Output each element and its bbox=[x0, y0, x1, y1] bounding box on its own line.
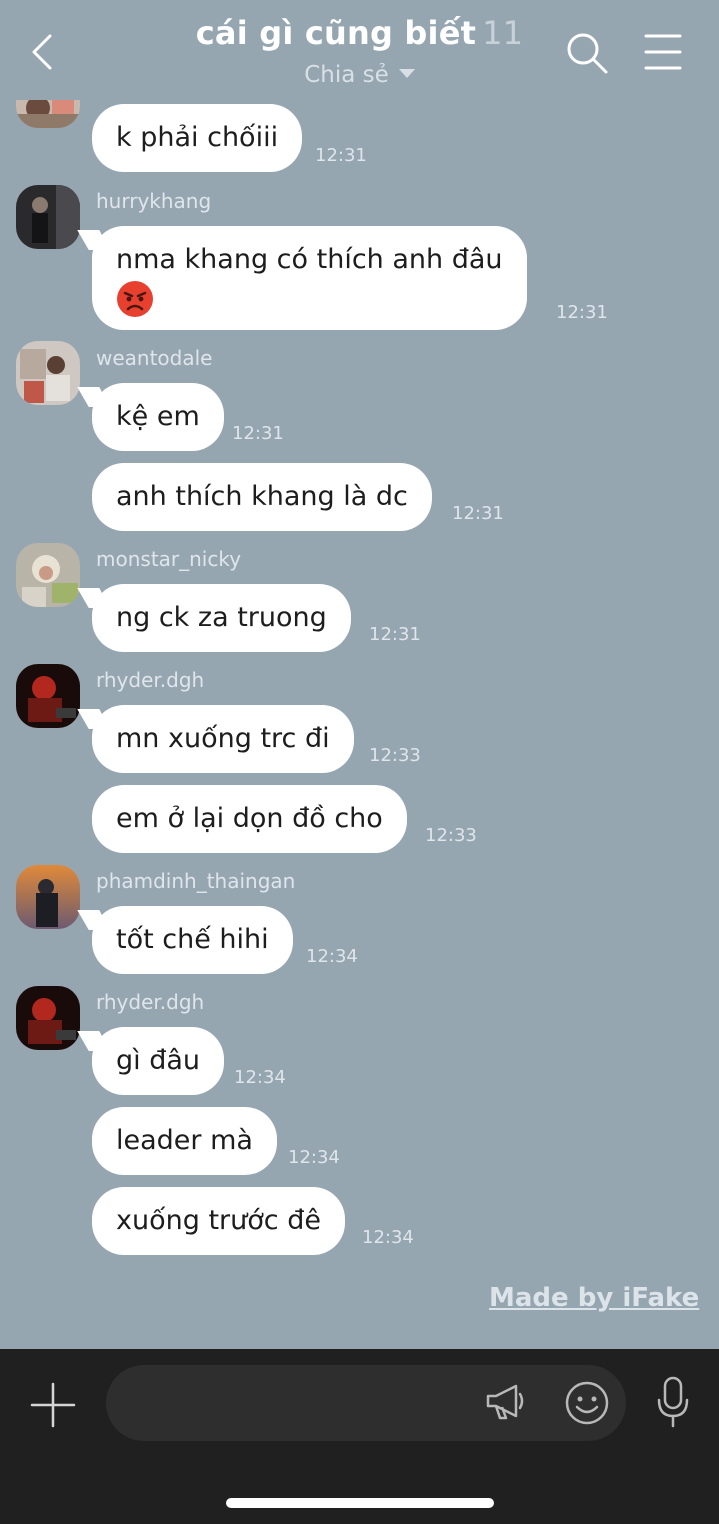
message-bubble[interactable]: gì đâu bbox=[92, 1027, 225, 1095]
home-indicator[interactable] bbox=[226, 1498, 494, 1508]
share-label: Chia sẻ bbox=[304, 62, 389, 88]
message-text: k phải chốiii bbox=[116, 122, 279, 153]
message-bubble[interactable]: leader mà bbox=[92, 1107, 277, 1175]
sender-name[interactable]: rhyder.dgh bbox=[96, 990, 204, 1014]
announcement-button[interactable] bbox=[484, 1380, 526, 1424]
plus-icon bbox=[30, 1382, 76, 1428]
megaphone-icon bbox=[486, 1384, 524, 1420]
avatar[interactable] bbox=[16, 865, 80, 929]
message-bubble[interactable]: kệ em bbox=[92, 383, 224, 451]
message-text: ng ck za truong bbox=[116, 602, 327, 633]
message-time: 12:34 bbox=[234, 1067, 286, 1088]
message-time: 12:31 bbox=[232, 423, 284, 444]
chat-header: cái gì cũng biết 11 Chia sẻ bbox=[0, 0, 719, 100]
voice-button[interactable] bbox=[656, 1376, 690, 1430]
emoji-button[interactable] bbox=[564, 1380, 610, 1426]
search-icon bbox=[567, 33, 608, 74]
message-time: 12:31 bbox=[315, 145, 367, 166]
avatar[interactable] bbox=[16, 543, 80, 607]
message-text: mn xuống trc đi bbox=[116, 723, 330, 754]
sender-name[interactable]: rhyder.dgh bbox=[96, 668, 204, 692]
smiley-icon bbox=[565, 1381, 609, 1425]
microphone-icon bbox=[657, 1376, 689, 1428]
message-bubble[interactable]: anh thích khang là dc bbox=[92, 463, 432, 531]
message-bubble[interactable]: tốt chế hihi bbox=[92, 906, 293, 974]
message-bubble[interactable]: mn xuống trc đi bbox=[92, 705, 354, 773]
attach-button[interactable] bbox=[30, 1382, 76, 1428]
message-time: 12:34 bbox=[362, 1227, 414, 1248]
chat-area[interactable]: k phải chốiii 12:31 hurrykhang nma khang… bbox=[0, 0, 719, 1346]
angry-face-icon bbox=[116, 280, 154, 318]
hamburger-menu-icon bbox=[644, 34, 682, 70]
message-text: xuống trước đê bbox=[116, 1205, 321, 1236]
message-time: 12:33 bbox=[425, 825, 477, 846]
message-time: 12:33 bbox=[369, 745, 421, 766]
message-bubble[interactable]: xuống trước đê bbox=[92, 1187, 345, 1255]
message-input[interactable] bbox=[130, 1383, 474, 1425]
message-text: tốt chế hihi bbox=[116, 924, 269, 955]
message-bubble[interactable]: nma khang có thích anh đâu bbox=[92, 226, 527, 330]
message-time: 12:34 bbox=[288, 1147, 340, 1168]
avatar[interactable] bbox=[16, 664, 80, 728]
message-time: 12:31 bbox=[452, 503, 504, 524]
sender-name[interactable]: monstar_nicky bbox=[96, 547, 241, 571]
message-text: kệ em bbox=[116, 401, 200, 432]
message-bubble[interactable]: ng ck za truong bbox=[92, 584, 351, 652]
message-text: anh thích khang là dc bbox=[116, 481, 408, 512]
avatar[interactable] bbox=[16, 986, 80, 1050]
message-text: gì đâu bbox=[116, 1045, 201, 1076]
message-time: 12:34 bbox=[306, 946, 358, 967]
chat-title[interactable]: cái gì cũng biết 11 bbox=[0, 14, 719, 52]
message-text: nma khang có thích anh đâu bbox=[116, 244, 503, 275]
group-name: cái gì cũng biết bbox=[195, 14, 477, 52]
sender-name[interactable]: phamdinh_thaingan bbox=[96, 869, 295, 893]
message-bubble[interactable]: k phải chốiii bbox=[92, 104, 303, 172]
message-time: 12:31 bbox=[556, 302, 608, 323]
message-bubble[interactable]: em ở lại dọn đồ cho bbox=[92, 785, 407, 853]
message-input-box[interactable] bbox=[106, 1365, 626, 1441]
menu-button[interactable] bbox=[644, 32, 682, 72]
avatar[interactable] bbox=[16, 185, 80, 249]
sender-name[interactable]: hurrykhang bbox=[96, 189, 211, 213]
caret-down-icon bbox=[398, 69, 415, 78]
watermark-link[interactable]: Made by iFake bbox=[489, 1283, 699, 1313]
search-button[interactable] bbox=[564, 30, 610, 76]
message-time: 12:31 bbox=[369, 624, 421, 645]
share-dropdown[interactable]: Chia sẻ bbox=[0, 62, 719, 88]
message-text: em ở lại dọn đồ cho bbox=[116, 803, 383, 834]
member-count: 11 bbox=[482, 14, 524, 52]
sender-name[interactable]: weantodale bbox=[96, 346, 212, 370]
avatar[interactable] bbox=[16, 341, 80, 405]
message-text: leader mà bbox=[116, 1125, 253, 1156]
